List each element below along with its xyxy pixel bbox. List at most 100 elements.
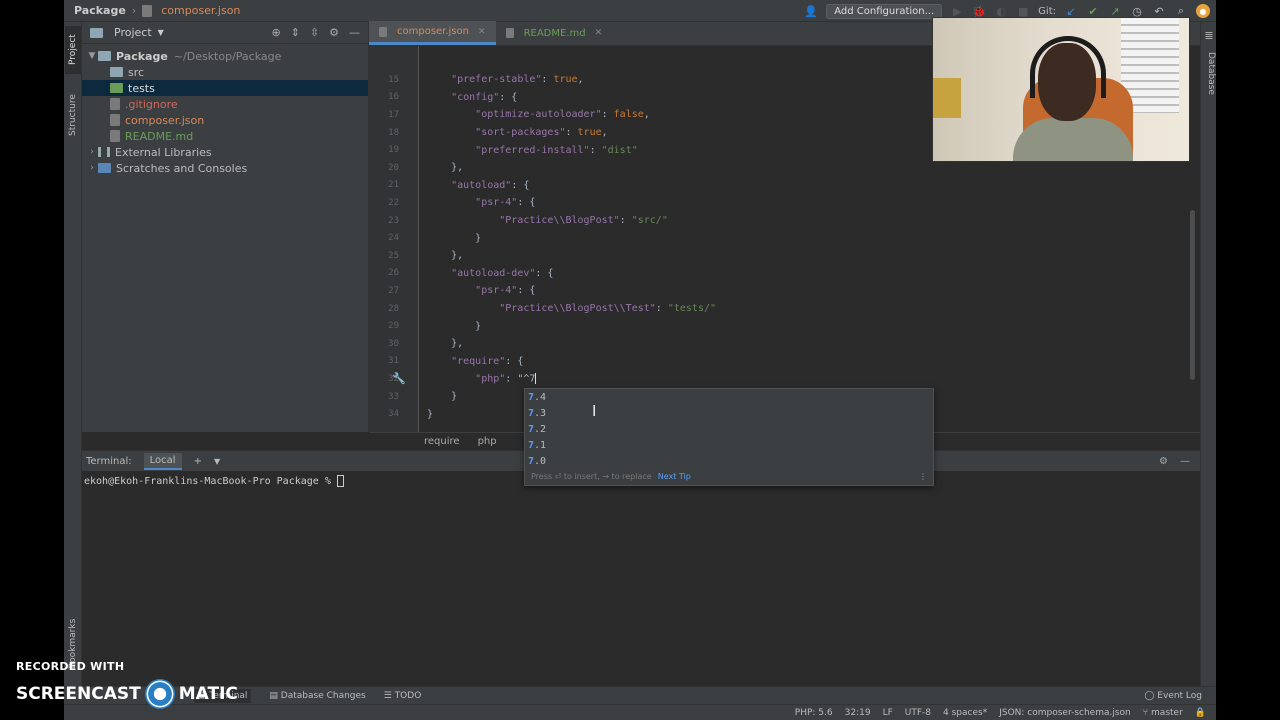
- expand-all-icon[interactable]: ⇕: [291, 26, 300, 39]
- completion-item[interactable]: 7.1: [525, 437, 933, 453]
- code-text: "prefer-stable": true,: [451, 74, 584, 86]
- history-icon[interactable]: ◷: [1130, 4, 1144, 18]
- tree-item-label: Scratches and Consoles: [116, 161, 248, 175]
- git-branch-widget[interactable]: ⑂ master: [1143, 708, 1183, 718]
- encoding-widget[interactable]: UTF-8: [905, 708, 931, 718]
- line-number: 22: [388, 197, 399, 208]
- hide-icon[interactable]: —: [349, 26, 360, 39]
- debug-icon[interactable]: 🐞: [972, 4, 986, 18]
- completion-item[interactable]: 7.3: [525, 405, 933, 421]
- branch-icon: ⑂: [1142, 707, 1149, 718]
- project-view-title[interactable]: Project: [114, 26, 152, 39]
- event-log-button[interactable]: ◯ Event Log: [1144, 691, 1216, 701]
- json-schema-widget[interactable]: JSON: composer-schema.json: [999, 708, 1131, 718]
- code-line[interactable]: 25 },: [369, 247, 1200, 265]
- indent-widget[interactable]: 4 spaces*: [943, 708, 987, 718]
- line-separator-widget[interactable]: LF: [883, 708, 893, 718]
- code-text: "Practice\\BlogPost": "src/": [499, 215, 668, 227]
- code-text: "autoload": {: [451, 179, 530, 191]
- breadcrumb-item-php[interactable]: php: [478, 436, 497, 447]
- code-line[interactable]: 22 "psr-4": {: [369, 194, 1200, 212]
- coverage-icon[interactable]: ◐: [994, 4, 1008, 18]
- project-tool-tab[interactable]: Project: [65, 26, 81, 74]
- add-tab-icon[interactable]: +: [194, 456, 202, 467]
- close-icon[interactable]: ✕: [478, 27, 486, 37]
- tree-item-composer-json[interactable]: composer.json: [82, 112, 368, 128]
- line-number: 23: [388, 215, 399, 226]
- tree-root[interactable]: ▼ Package ~/Desktop/Package: [82, 48, 368, 64]
- tree-item-src[interactable]: src: [82, 64, 368, 80]
- nav-project-name[interactable]: Package: [74, 4, 126, 17]
- line-number: 17: [388, 109, 399, 120]
- code-line[interactable]: 24 }: [369, 229, 1200, 247]
- chevron-right-icon[interactable]: ›: [86, 147, 98, 157]
- rollback-icon[interactable]: ↶: [1152, 4, 1166, 18]
- database-icon[interactable]: ≣: [1202, 28, 1216, 42]
- collapse-all-icon[interactable]: ⇳: [310, 26, 319, 39]
- gear-icon[interactable]: ⚙: [329, 26, 339, 39]
- tree-item-label: .gitignore: [125, 97, 178, 111]
- git-update-icon[interactable]: ↙: [1064, 4, 1078, 18]
- run-icon[interactable]: ▶: [950, 4, 964, 18]
- git-commit-icon[interactable]: ✔: [1086, 4, 1100, 18]
- caret-position-widget[interactable]: 32:19: [845, 708, 871, 718]
- stop-icon[interactable]: ■: [1016, 4, 1030, 18]
- completion-hint: Press ⏎ to insert, → to replace: [531, 472, 652, 481]
- code-text: }: [427, 320, 482, 332]
- tree-item-external-libraries[interactable]: › External Libraries: [82, 144, 368, 160]
- completion-item[interactable]: 7.2: [525, 421, 933, 437]
- completion-item[interactable]: 7.4: [525, 389, 933, 405]
- database-changes-tool-button[interactable]: ▤ Database Changes: [269, 691, 365, 701]
- line-number: 18: [388, 127, 399, 138]
- structure-tool-tab[interactable]: Structure: [65, 86, 81, 144]
- line-number: 25: [388, 250, 399, 261]
- lock-icon[interactable]: 🔒: [1195, 708, 1206, 718]
- code-line[interactable]: 27 "psr-4": {: [369, 282, 1200, 300]
- tree-item-readme[interactable]: README.md: [82, 128, 368, 144]
- code-line[interactable]: 30 },: [369, 335, 1200, 353]
- git-push-icon[interactable]: ↗: [1108, 4, 1122, 18]
- chevron-right-icon[interactable]: ›: [86, 163, 98, 173]
- add-configuration-button[interactable]: Add Configuration...: [826, 3, 943, 19]
- more-options-icon[interactable]: ⋮: [919, 472, 933, 481]
- todo-tool-button[interactable]: ☰ TODO: [384, 691, 422, 701]
- code-line[interactable]: 21 "autoload": {: [369, 177, 1200, 195]
- php-level-widget[interactable]: PHP: 5.6: [795, 708, 833, 718]
- hide-icon[interactable]: —: [1180, 456, 1190, 467]
- completion-item[interactable]: 7.0: [525, 453, 933, 469]
- locate-icon[interactable]: ⊕: [271, 26, 280, 39]
- tree-item-gitignore[interactable]: .gitignore: [82, 96, 368, 112]
- code-text: }: [427, 408, 434, 420]
- left-tool-stripe: Project Structure Bookmarks: [64, 22, 82, 698]
- tree-item-tests[interactable]: tests: [82, 80, 368, 96]
- code-line[interactable]: 31 "require": {: [369, 353, 1200, 371]
- database-tool-tab[interactable]: Database: [1202, 52, 1216, 95]
- search-icon[interactable]: ⌕: [1174, 4, 1188, 18]
- completion-item-label: 7.0: [528, 455, 547, 467]
- code-line[interactable]: 23 "Practice\\BlogPost": "src/": [369, 212, 1200, 230]
- wrench-icon[interactable]: 🔧: [392, 372, 406, 385]
- code-line[interactable]: 32 "php": "^7 🔧: [369, 370, 1200, 388]
- code-completion-popup: 7.4 7.3 7.2 7.1 7.0 Press ⏎ to insert, → to …: [524, 388, 934, 486]
- chevron-down-icon[interactable]: ▼: [214, 457, 220, 466]
- terminal-tab-local[interactable]: Local: [143, 452, 182, 470]
- tab-label: README.md: [523, 27, 586, 39]
- code-line[interactable]: 29 }: [369, 317, 1200, 335]
- gear-icon[interactable]: ⚙: [1159, 456, 1168, 467]
- chevron-down-icon[interactable]: ▼: [158, 28, 164, 37]
- nav-current-file[interactable]: composer.json: [142, 4, 240, 17]
- breadcrumb-item-require[interactable]: require: [424, 436, 460, 447]
- code-text: "config": {: [451, 91, 518, 103]
- editor-scrollbar[interactable]: [1190, 210, 1195, 380]
- tab-composer-json[interactable]: composer.json ✕: [369, 21, 496, 45]
- next-tip-link[interactable]: Next Tip: [658, 472, 691, 481]
- tree-item-scratches[interactable]: › Scratches and Consoles: [82, 160, 368, 176]
- ide-logo-icon[interactable]: ●: [1196, 4, 1210, 18]
- library-icon: [98, 147, 110, 157]
- close-icon[interactable]: ✕: [595, 28, 603, 38]
- code-line[interactable]: 26 "autoload-dev": {: [369, 265, 1200, 283]
- chevron-down-icon[interactable]: ▼: [86, 51, 98, 61]
- tab-readme[interactable]: README.md ✕: [496, 21, 613, 45]
- user-icon[interactable]: 👤: [804, 4, 818, 18]
- code-line[interactable]: 28 "Practice\\BlogPost\\Test": "tests/": [369, 300, 1200, 318]
